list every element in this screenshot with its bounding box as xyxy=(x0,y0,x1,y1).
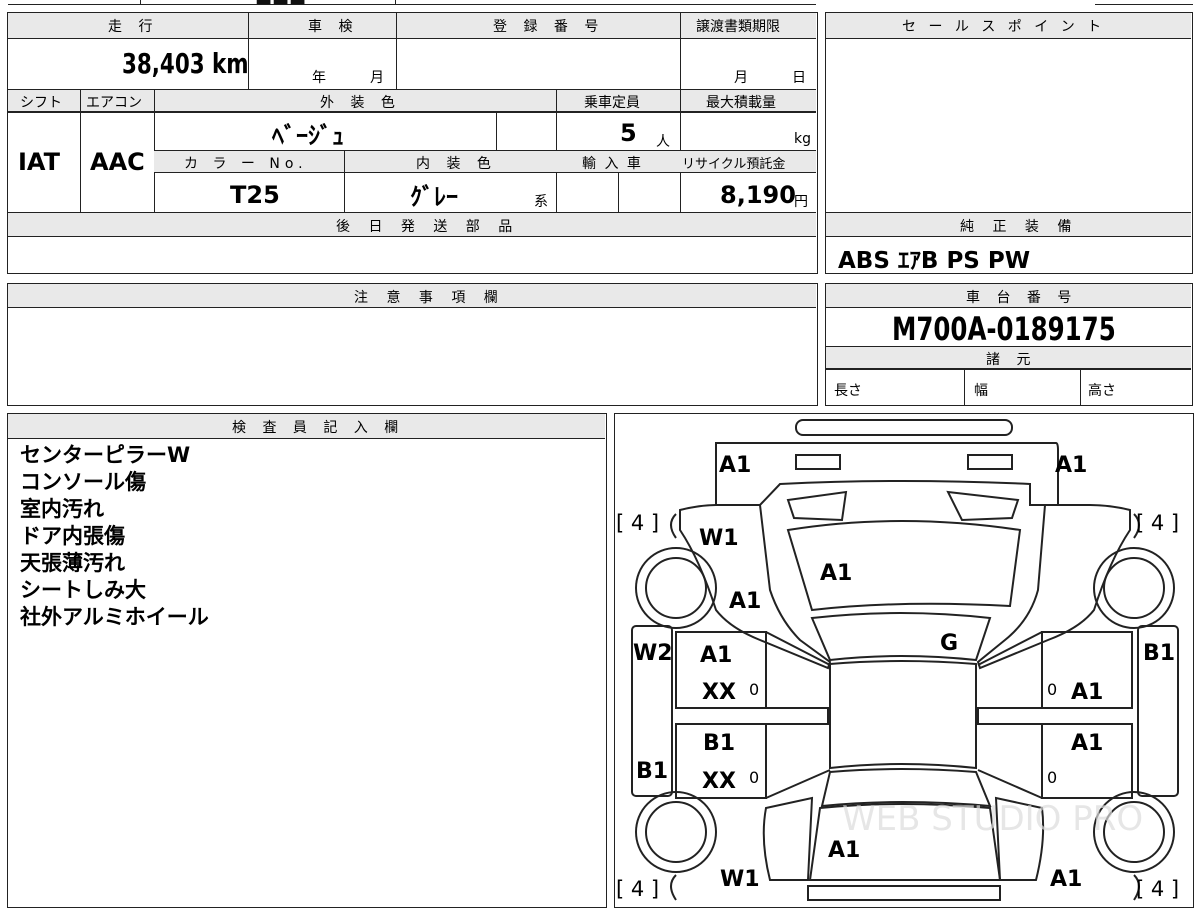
spec-length-label: 長さ xyxy=(834,383,862,399)
equipment-value: ABS ｴｱB PS PW xyxy=(838,248,1031,274)
specs-label: 諸 元 xyxy=(986,352,1037,368)
damage-front-door-right-zero: 0 xyxy=(1047,680,1057,699)
damage-front-door-left: A1 xyxy=(700,643,732,668)
sale-points-label: セ ー ル ス ポ イ ン ト xyxy=(902,19,1106,35)
inspection-year-unit: 年 xyxy=(312,70,326,86)
comment-line: シートしみ大 xyxy=(20,578,146,602)
recycle-label: リサイクル預託金 xyxy=(682,157,786,172)
damage-left-sill: B1 xyxy=(636,759,668,784)
inspection-month-unit: 月 xyxy=(370,70,384,86)
color-no-value: T25 xyxy=(230,181,280,209)
comment-line: 社外アルミホイール xyxy=(20,605,209,629)
damage-rear-door-left-zero: 0 xyxy=(749,768,759,787)
recycle-value: 8,190 xyxy=(720,181,796,209)
chassis-value: M700A-0189175 xyxy=(892,310,1116,348)
car-diagram-box: [ 4 ] [ 4 ] [ 4 ] [ 4 ] A1 A1 W1 A1 A1 G… xyxy=(614,413,1194,908)
comment-line: ドア内張傷 xyxy=(20,524,125,548)
notes-label: 注 意 事 項 欄 xyxy=(354,290,505,306)
damage-rear-door-right-zero: 0 xyxy=(1047,768,1057,787)
car-diagram: [ 4 ] [ 4 ] [ 4 ] [ 4 ] A1 A1 W1 A1 A1 G… xyxy=(616,418,1179,901)
damage-left-pillar: W2 xyxy=(633,641,673,666)
damage-front-right: A1 xyxy=(1055,453,1087,478)
exterior-color-value: ﾍﾞｰｼﾞｭ xyxy=(272,122,344,150)
mileage-value: 38,403 xyxy=(122,47,205,80)
tire-tl-label: [ 4 ] xyxy=(616,511,659,535)
max-load-unit: kg xyxy=(794,131,811,147)
later-parts-label: 後 日 発 送 部 品 xyxy=(336,219,520,235)
registration-label: 登 録 番 号 xyxy=(493,19,605,35)
chassis-box: 車 台 番 号 M700A-0189175 諸 元 長さ 幅 高さ xyxy=(825,283,1193,406)
inspection-label: 車 検 xyxy=(308,19,359,35)
damage-windshield: G xyxy=(940,631,958,656)
sale-points-box: セ ー ル ス ポ イ ン ト 純 正 装 備 ABS ｴｱB PS PW xyxy=(825,12,1193,274)
damage-front-door-left-zero: 0 xyxy=(749,680,759,699)
tire-tr-label: [ 4 ] xyxy=(1136,511,1179,535)
aircon-value: AAC xyxy=(90,148,145,176)
spec-width-label: 幅 xyxy=(974,383,988,399)
damage-trunk: A1 xyxy=(828,838,860,863)
aircon-label: エアコン xyxy=(86,95,142,111)
color-no-label: カ ラ ー No. xyxy=(184,156,308,172)
exterior-color-label: 外 装 色 xyxy=(320,95,401,111)
tire-bl-label: [ 4 ] xyxy=(616,877,659,901)
import-label: 輸 入 車 xyxy=(582,156,643,172)
transfer-day-unit: 日 xyxy=(792,70,806,86)
shift-value: IAT xyxy=(18,148,61,176)
watermark: WEB STUDIO PRO xyxy=(842,799,1143,839)
recycle-unit: 円 xyxy=(794,194,808,210)
tire-br-label: [ 4 ] xyxy=(1136,877,1179,901)
shift-label: シフト xyxy=(20,95,62,111)
comment-line: センターピラーW xyxy=(20,443,191,467)
chassis-label: 車 台 番 号 xyxy=(966,290,1078,306)
damage-right-side: B1 xyxy=(1143,641,1175,666)
top-strip-fragment: ■■■ xyxy=(255,0,306,7)
inspector-box: 検 査 員 記 入 欄 センターピラーW コンソール傷 室内汚れ ドア内張傷 天… xyxy=(7,413,607,908)
inspector-comments: センターピラーW コンソール傷 室内汚れ ドア内張傷 天張薄汚れ シートしみ大 … xyxy=(20,442,209,631)
mileage-unit: km xyxy=(212,47,249,80)
vehicle-info-table: 走 行 車 検 登 録 番 号 譲渡書類期限 38,403 km 年 月 月 日… xyxy=(7,12,818,274)
comment-line: 室内汚れ xyxy=(20,497,104,521)
damage-front-left: A1 xyxy=(719,453,751,478)
notes-box: 注 意 事 項 欄 xyxy=(7,283,818,406)
interior-color-value: ｸﾞﾚｰ xyxy=(410,183,458,211)
comment-line: コンソール傷 xyxy=(20,470,146,494)
transfer-deadline-label: 譲渡書類期限 xyxy=(696,19,780,35)
damage-front-door-right: A1 xyxy=(1071,680,1103,705)
inspector-label: 検 査 員 記 入 欄 xyxy=(232,420,405,436)
damage-left-fender-a1: A1 xyxy=(729,589,761,614)
interior-color-label: 内 装 色 xyxy=(416,156,497,172)
damage-rear-door-left-xx: XX xyxy=(702,769,736,794)
mileage-label: 走 行 xyxy=(108,19,159,35)
damage-left-fender-w1: W1 xyxy=(699,526,739,551)
transfer-month-unit: 月 xyxy=(734,70,748,86)
max-load-label: 最大積載量 xyxy=(706,95,776,111)
damage-hood: A1 xyxy=(820,561,852,586)
damage-rear-door-left: B1 xyxy=(703,731,735,756)
damage-rear-left: W1 xyxy=(720,867,760,892)
capacity-label: 乗車定員 xyxy=(584,95,640,111)
spec-height-label: 高さ xyxy=(1088,383,1116,399)
damage-front-door-left-xx: XX xyxy=(702,680,736,705)
interior-color-suffix: 系 xyxy=(534,194,548,210)
comment-line: 天張薄汚れ xyxy=(20,551,125,575)
equipment-label: 純 正 装 備 xyxy=(960,219,1079,235)
damage-rear-door-right: A1 xyxy=(1071,731,1103,756)
capacity-unit: 人 xyxy=(656,134,670,150)
capacity-value: 5 xyxy=(620,119,637,147)
damage-rear-right: A1 xyxy=(1050,867,1082,892)
